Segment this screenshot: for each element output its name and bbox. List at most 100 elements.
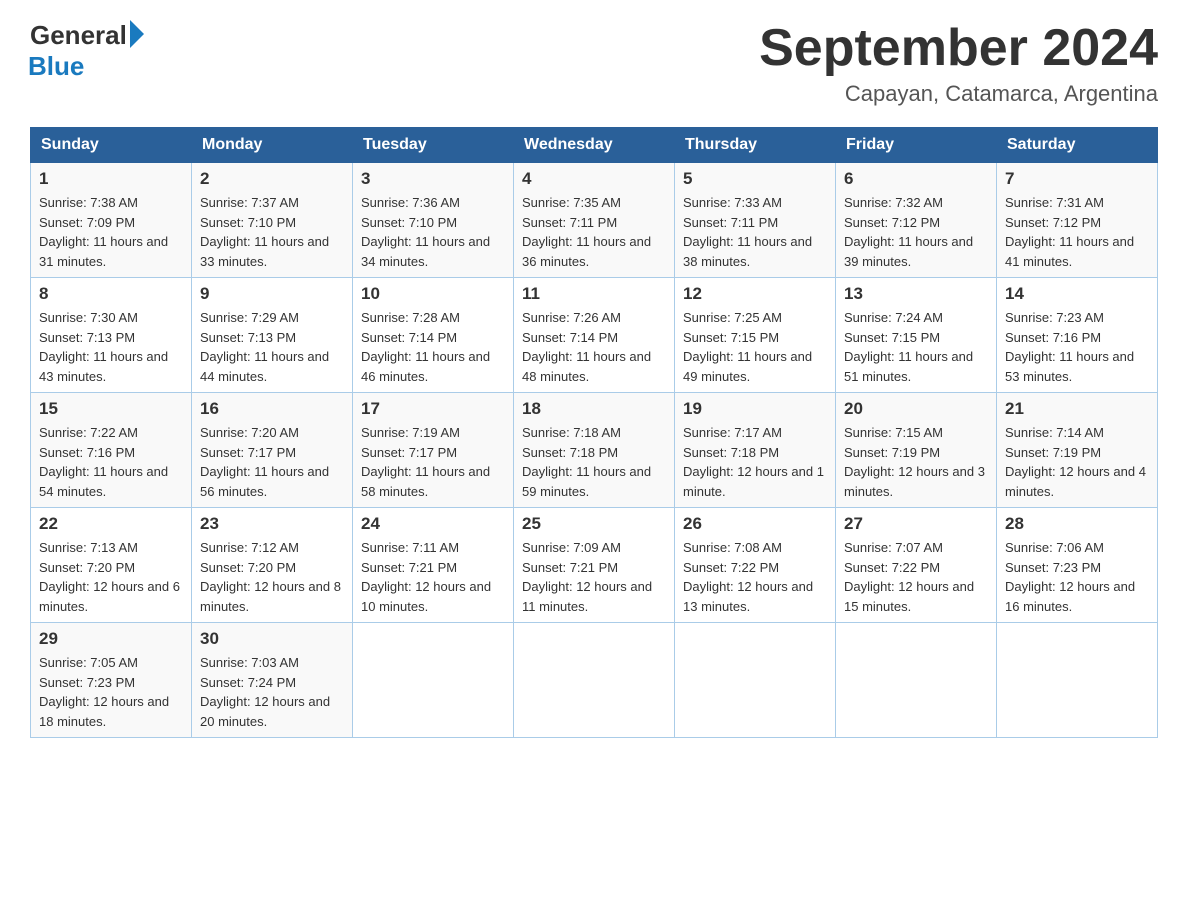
calendar-cell: 4 Sunrise: 7:35 AMSunset: 7:11 PMDaylight… [514,163,675,278]
day-number: 10 [361,284,505,304]
day-number: 15 [39,399,183,419]
col-sunday: Sunday [31,128,192,163]
day-info: Sunrise: 7:07 AMSunset: 7:22 PMDaylight:… [844,538,988,616]
day-info: Sunrise: 7:22 AMSunset: 7:16 PMDaylight:… [39,423,183,501]
day-number: 24 [361,514,505,534]
day-number: 28 [1005,514,1149,534]
logo-general-text: General [30,20,127,51]
calendar-cell [675,623,836,738]
calendar-table: Sunday Monday Tuesday Wednesday Thursday… [30,127,1158,738]
day-number: 18 [522,399,666,419]
day-info: Sunrise: 7:05 AMSunset: 7:23 PMDaylight:… [39,653,183,731]
day-number: 8 [39,284,183,304]
day-info: Sunrise: 7:38 AMSunset: 7:09 PMDaylight:… [39,193,183,271]
calendar-cell: 3Sunrise: 7:36 AMSunset: 7:10 PMDaylight… [353,163,514,278]
calendar-cell: 15 Sunrise: 7:22 AMSunset: 7:16 PMDayligh… [31,393,192,508]
day-info: Sunrise: 7:13 AMSunset: 7:20 PMDaylight:… [39,538,183,616]
calendar-cell: 17 Sunrise: 7:19 AMSunset: 7:17 PMDayligh… [353,393,514,508]
calendar-cell: 13 Sunrise: 7:24 AMSunset: 7:15 PMDayligh… [836,278,997,393]
calendar-cell: 8 Sunrise: 7:30 AMSunset: 7:13 PMDaylight… [31,278,192,393]
calendar-cell: 5 Sunrise: 7:33 AMSunset: 7:11 PMDaylight… [675,163,836,278]
day-number: 11 [522,284,666,304]
calendar-cell: 29 Sunrise: 7:05 AMSunset: 7:23 PMDayligh… [31,623,192,738]
day-number: 20 [844,399,988,419]
calendar-week-2: 8 Sunrise: 7:30 AMSunset: 7:13 PMDaylight… [31,278,1158,393]
day-info: Sunrise: 7:03 AMSunset: 7:24 PMDaylight:… [200,653,344,731]
col-thursday: Thursday [675,128,836,163]
day-number: 5 [683,169,827,189]
calendar-cell: 1Sunrise: 7:38 AMSunset: 7:09 PMDaylight… [31,163,192,278]
day-info: Sunrise: 7:14 AMSunset: 7:19 PMDaylight:… [1005,423,1149,501]
calendar-cell [997,623,1158,738]
day-number: 22 [39,514,183,534]
day-number: 17 [361,399,505,419]
day-info: Sunrise: 7:25 AMSunset: 7:15 PMDaylight:… [683,308,827,386]
day-number: 9 [200,284,344,304]
day-number: 4 [522,169,666,189]
calendar-cell: 9 Sunrise: 7:29 AMSunset: 7:13 PMDaylight… [192,278,353,393]
calendar-cell: 19Sunrise: 7:17 AMSunset: 7:18 PMDayligh… [675,393,836,508]
day-number: 6 [844,169,988,189]
col-friday: Friday [836,128,997,163]
day-info: Sunrise: 7:33 AMSunset: 7:11 PMDaylight:… [683,193,827,271]
calendar-week-1: 1Sunrise: 7:38 AMSunset: 7:09 PMDaylight… [31,163,1158,278]
day-number: 30 [200,629,344,649]
day-number: 29 [39,629,183,649]
day-info: Sunrise: 7:20 AMSunset: 7:17 PMDaylight:… [200,423,344,501]
day-number: 12 [683,284,827,304]
page-title: September 2024 [759,20,1158,77]
day-info: Sunrise: 7:18 AMSunset: 7:18 PMDaylight:… [522,423,666,501]
calendar-cell: 24 Sunrise: 7:11 AMSunset: 7:21 PMDayligh… [353,508,514,623]
day-number: 13 [844,284,988,304]
day-info: Sunrise: 7:17 AMSunset: 7:18 PMDaylight:… [683,423,827,501]
day-info: Sunrise: 7:36 AMSunset: 7:10 PMDaylight:… [361,193,505,271]
calendar-cell: 6 Sunrise: 7:32 AMSunset: 7:12 PMDaylight… [836,163,997,278]
logo-arrow-icon [130,20,144,48]
day-info: Sunrise: 7:09 AMSunset: 7:21 PMDaylight:… [522,538,666,616]
day-info: Sunrise: 7:08 AMSunset: 7:22 PMDaylight:… [683,538,827,616]
day-info: Sunrise: 7:35 AMSunset: 7:11 PMDaylight:… [522,193,666,271]
day-info: Sunrise: 7:24 AMSunset: 7:15 PMDaylight:… [844,308,988,386]
day-info: Sunrise: 7:19 AMSunset: 7:17 PMDaylight:… [361,423,505,501]
calendar-cell: 2Sunrise: 7:37 AMSunset: 7:10 PMDaylight… [192,163,353,278]
calendar-cell: 12 Sunrise: 7:25 AMSunset: 7:15 PMDayligh… [675,278,836,393]
day-info: Sunrise: 7:11 AMSunset: 7:21 PMDaylight:… [361,538,505,616]
day-number: 16 [200,399,344,419]
day-info: Sunrise: 7:12 AMSunset: 7:20 PMDaylight:… [200,538,344,616]
page-header: General Blue September 2024 Capayan, Cat… [30,20,1158,107]
title-block: September 2024 Capayan, Catamarca, Argen… [759,20,1158,107]
day-number: 21 [1005,399,1149,419]
calendar-cell: 28 Sunrise: 7:06 AMSunset: 7:23 PMDayligh… [997,508,1158,623]
calendar-cell [514,623,675,738]
calendar-cell: 10 Sunrise: 7:28 AMSunset: 7:14 PMDayligh… [353,278,514,393]
day-number: 25 [522,514,666,534]
day-info: Sunrise: 7:06 AMSunset: 7:23 PMDaylight:… [1005,538,1149,616]
calendar-cell [353,623,514,738]
calendar-cell: 21 Sunrise: 7:14 AMSunset: 7:19 PMDayligh… [997,393,1158,508]
day-number: 14 [1005,284,1149,304]
calendar-cell: 26 Sunrise: 7:08 AMSunset: 7:22 PMDayligh… [675,508,836,623]
day-info: Sunrise: 7:32 AMSunset: 7:12 PMDaylight:… [844,193,988,271]
logo-blue-text: Blue [28,51,84,82]
calendar-week-3: 15 Sunrise: 7:22 AMSunset: 7:16 PMDayligh… [31,393,1158,508]
col-monday: Monday [192,128,353,163]
col-tuesday: Tuesday [353,128,514,163]
calendar-cell: 18 Sunrise: 7:18 AMSunset: 7:18 PMDayligh… [514,393,675,508]
calendar-cell: 16 Sunrise: 7:20 AMSunset: 7:17 PMDayligh… [192,393,353,508]
day-info: Sunrise: 7:28 AMSunset: 7:14 PMDaylight:… [361,308,505,386]
page-subtitle: Capayan, Catamarca, Argentina [759,81,1158,107]
calendar-week-4: 22 Sunrise: 7:13 AMSunset: 7:20 PMDayligh… [31,508,1158,623]
day-info: Sunrise: 7:30 AMSunset: 7:13 PMDaylight:… [39,308,183,386]
day-info: Sunrise: 7:26 AMSunset: 7:14 PMDaylight:… [522,308,666,386]
calendar-cell: 25 Sunrise: 7:09 AMSunset: 7:21 PMDayligh… [514,508,675,623]
calendar-cell: 23 Sunrise: 7:12 AMSunset: 7:20 PMDayligh… [192,508,353,623]
day-info: Sunrise: 7:37 AMSunset: 7:10 PMDaylight:… [200,193,344,271]
calendar-cell [836,623,997,738]
calendar-cell: 11 Sunrise: 7:26 AMSunset: 7:14 PMDayligh… [514,278,675,393]
day-number: 23 [200,514,344,534]
day-info: Sunrise: 7:23 AMSunset: 7:16 PMDaylight:… [1005,308,1149,386]
calendar-week-5: 29 Sunrise: 7:05 AMSunset: 7:23 PMDayligh… [31,623,1158,738]
day-number: 26 [683,514,827,534]
day-info: Sunrise: 7:29 AMSunset: 7:13 PMDaylight:… [200,308,344,386]
calendar-cell: 7Sunrise: 7:31 AMSunset: 7:12 PMDaylight… [997,163,1158,278]
